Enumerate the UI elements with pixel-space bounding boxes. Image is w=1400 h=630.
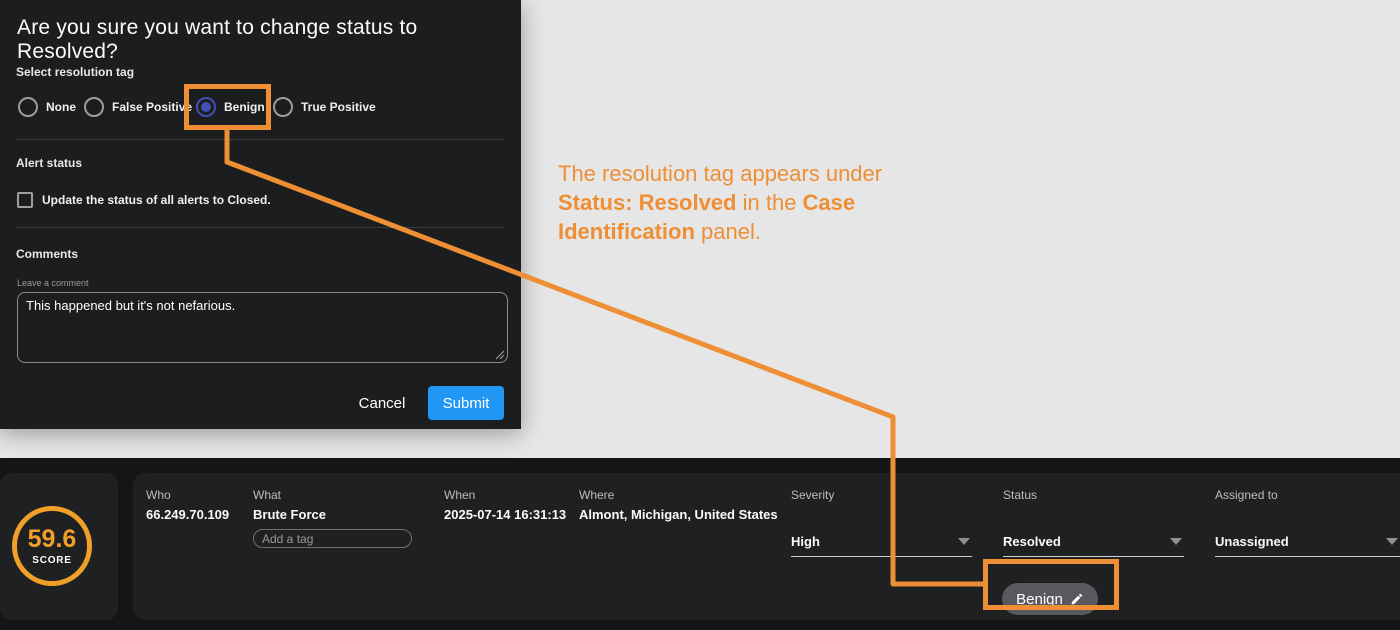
when-value: 2025-07-14 16:31:13 — [444, 507, 566, 522]
field-where: Where Almont, Michigan, United States — [579, 488, 778, 522]
radio-option-none[interactable]: None — [18, 97, 76, 117]
dialog-title: Are you sure you want to change status t… — [17, 16, 521, 64]
resolution-tag-label: Select resolution tag — [16, 65, 134, 79]
radio-selected-icon[interactable] — [196, 97, 216, 117]
annotation-line-1: The resolution tag appears under — [558, 159, 882, 188]
annotation-line-2: Status: Resolved in the Case — [558, 188, 882, 217]
close-alerts-checkbox[interactable] — [17, 192, 33, 208]
comment-textarea[interactable]: This happened but it's not nefarious. — [17, 292, 508, 363]
score-card: 59.6 SCORE — [0, 473, 118, 620]
case-details-card: Who 66.249.70.109 What Brute Force When … — [133, 473, 1400, 620]
chevron-down-icon[interactable] — [1386, 538, 1398, 545]
resolution-tag-radio-group: None False Positive Benign True Positive — [0, 97, 521, 119]
comments-label: Comments — [16, 247, 78, 261]
field-when: When 2025-07-14 16:31:13 — [444, 488, 566, 522]
radio-icon[interactable] — [273, 97, 293, 117]
close-alerts-row: Update the status of all alerts to Close… — [17, 192, 271, 208]
field-assigned-to: Assigned to Unassigned — [1215, 488, 1400, 557]
who-value: 66.249.70.109 — [146, 507, 229, 522]
close-alerts-checkbox-label: Update the status of all alerts to Close… — [42, 193, 271, 207]
radio-icon[interactable] — [84, 97, 104, 117]
field-status: Status Resolved Benign — [1003, 488, 1184, 557]
divider — [16, 227, 505, 228]
radio-option-false-positive[interactable]: False Positive — [84, 97, 192, 117]
status-select[interactable]: Resolved — [1003, 533, 1184, 557]
case-identification-panel: 59.6 SCORE Who 66.249.70.109 What Brute … — [0, 458, 1400, 630]
annotation-note: The resolution tag appears under Status:… — [558, 159, 882, 246]
chevron-down-icon[interactable] — [958, 538, 970, 545]
page: Are you sure you want to change status t… — [0, 0, 1400, 630]
chevron-down-icon[interactable] — [1170, 538, 1182, 545]
severity-select[interactable]: High — [791, 533, 972, 557]
risk-score-label: SCORE — [32, 555, 72, 566]
field-who: Who 66.249.70.109 — [146, 488, 229, 522]
divider — [16, 139, 505, 140]
annotation-line-3: Identification panel. — [558, 217, 882, 246]
edit-pencil-icon — [1070, 592, 1084, 606]
risk-score-ring: 59.6 SCORE — [12, 506, 92, 586]
comment-field-wrap: This happened but it's not nefarious. — [17, 292, 508, 363]
leave-a-comment-label: Leave a comment — [17, 278, 89, 288]
alert-status-label: Alert status — [16, 156, 82, 170]
change-status-dialog: Are you sure you want to change status t… — [0, 0, 521, 429]
radio-option-benign[interactable]: Benign — [196, 97, 265, 117]
assigned-to-select[interactable]: Unassigned — [1215, 533, 1400, 557]
radio-icon[interactable] — [18, 97, 38, 117]
field-what: What Brute Force — [253, 488, 412, 548]
cancel-button[interactable]: Cancel — [352, 390, 412, 417]
field-severity: Severity High — [791, 488, 972, 557]
add-tag-input[interactable] — [253, 529, 412, 548]
resize-grip-icon[interactable] — [495, 350, 505, 360]
risk-score-value: 59.6 — [28, 527, 77, 552]
submit-button[interactable]: Submit — [428, 386, 504, 420]
resolution-tag-chip[interactable]: Benign — [1002, 583, 1098, 615]
where-value: Almont, Michigan, United States — [579, 507, 778, 522]
radio-option-true-positive[interactable]: True Positive — [273, 97, 376, 117]
what-value: Brute Force — [253, 507, 412, 522]
